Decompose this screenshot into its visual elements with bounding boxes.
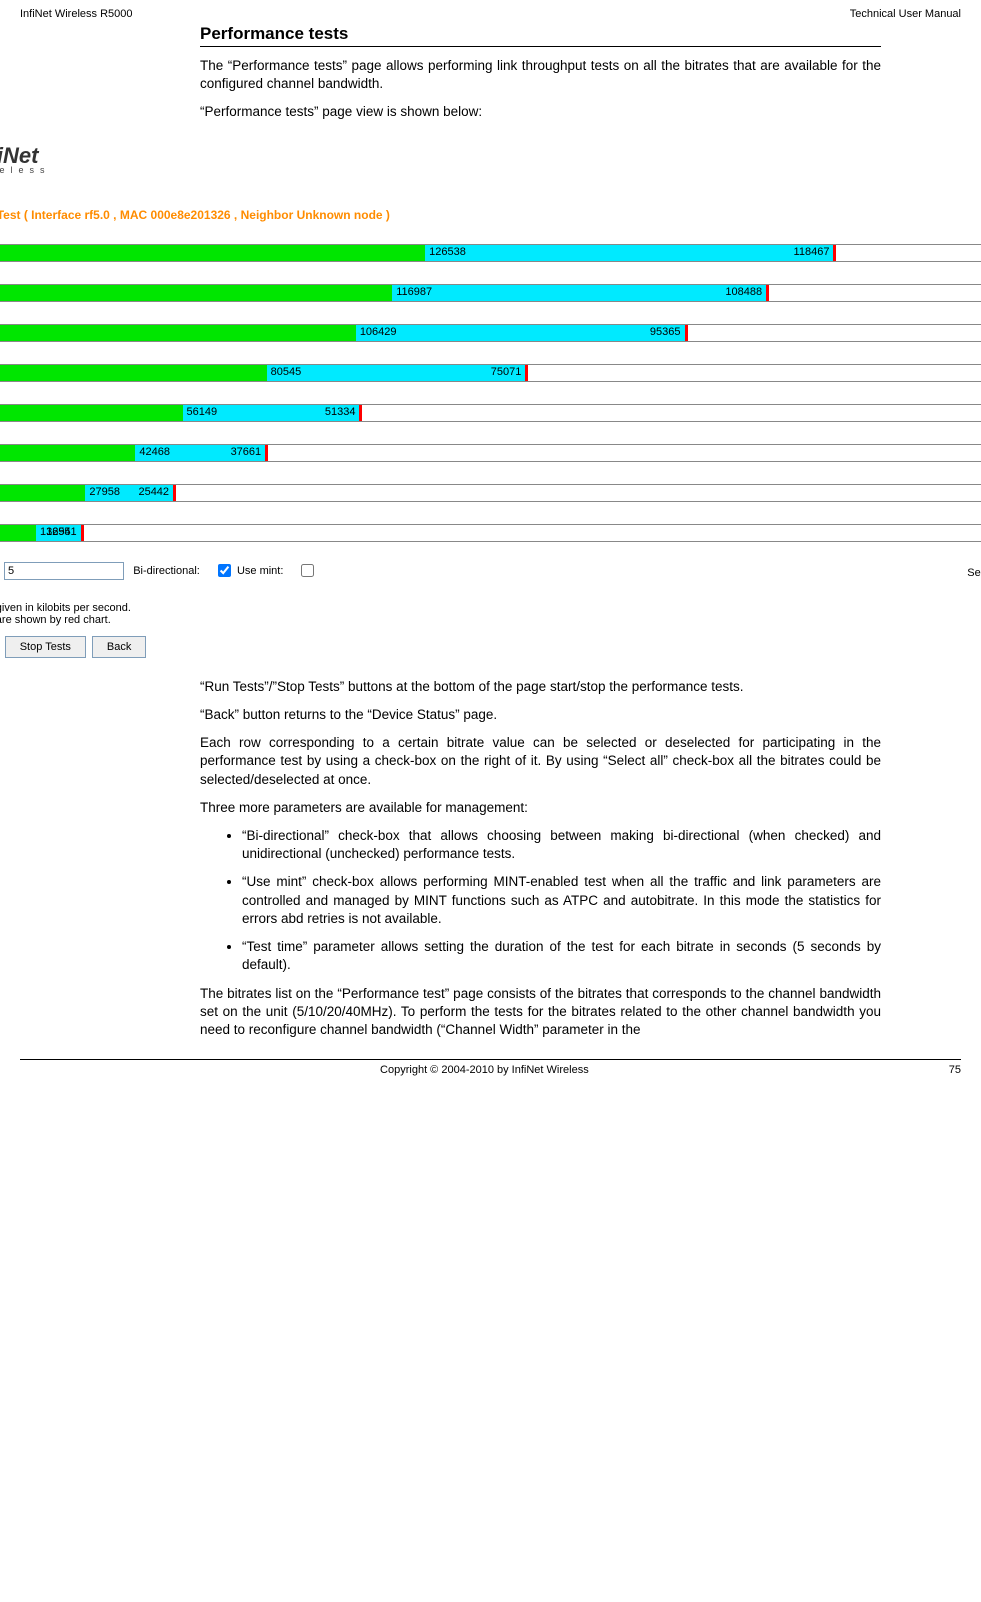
notes-line-1: - All results are given in kilobits per …: [0, 602, 981, 614]
green-value: 56149: [187, 406, 218, 418]
stop-tests-button[interactable]: Stop Tests: [5, 636, 86, 658]
bitrate-bar: 1365412951: [0, 524, 981, 542]
footer-copyright: Copyright © 2004-2010 by InfiNet Wireles…: [20, 1064, 949, 1076]
post-paragraph-1: “Run Tests”/”Stop Tests” buttons at the …: [200, 678, 881, 696]
intro-paragraph-1: The “Performance tests” page allows perf…: [200, 57, 881, 93]
bitrate-bar: 42468 37661: [0, 444, 981, 462]
brand-logo: InfiNet wireless: [0, 142, 981, 178]
notes-title: Notes:: [0, 590, 981, 602]
bullet-use-mint: “Use mint” check-box allows performing M…: [242, 873, 881, 928]
bitrate-row: 300001365412951: [0, 522, 981, 544]
footer-page-number: 75: [949, 1064, 961, 1076]
bitrate-row: 300000126538118467: [0, 242, 981, 264]
test-time-input[interactable]: [4, 562, 124, 580]
cyan-value: 108488: [725, 286, 762, 298]
post-paragraph-2: “Back” button returns to the “Device Sta…: [200, 706, 881, 724]
section-heading: Performance tests: [200, 24, 881, 47]
bullet-bidirectional: “Bi-directional” check-box that allows c…: [242, 827, 881, 863]
notes-line-2: - Retries levels are shown by red chart.: [0, 614, 981, 626]
bitrate-row: 900004246837661: [0, 442, 981, 464]
green-value: 126538: [429, 246, 466, 258]
bitrate-bar: 80545 75071: [0, 364, 981, 382]
cyan-value: 118467: [794, 246, 830, 258]
bitrate-bar: 27958 25442: [0, 484, 981, 502]
green-value: 27958: [89, 486, 120, 498]
bitrate-bar: 126538 118467: [0, 244, 981, 262]
cyan-value: 12951: [46, 526, 77, 538]
bullet-test-time: “Test time” parameter allows setting the…: [242, 938, 881, 974]
performance-chart-area: 3000001265381184672700001169871084882400…: [0, 242, 981, 544]
logo-text-main: InfiNet: [0, 146, 51, 166]
use-mint-checkbox[interactable]: [301, 564, 314, 577]
bidirectional-checkbox[interactable]: [218, 564, 231, 577]
logo-text-sub: wireless: [0, 166, 51, 174]
post-paragraph-5: The bitrates list on the “Performance te…: [200, 985, 881, 1040]
cyan-value: 95365: [650, 326, 681, 338]
intro-paragraph-2: “Performance tests” page view is shown b…: [200, 103, 881, 121]
bidirectional-label: Bi-directional:: [133, 565, 200, 577]
green-value: 116987: [396, 286, 432, 298]
green-value: 106429: [360, 326, 397, 338]
post-paragraph-4: Three more parameters are available for …: [200, 799, 881, 817]
back-button[interactable]: Back: [92, 636, 146, 658]
doc-header-left: InfiNet Wireless R5000: [20, 8, 133, 20]
bitrate-row: 1200005614951334: [0, 402, 981, 424]
bitrate-bar: 56149 51334: [0, 404, 981, 422]
bitrate-bar: 106429 95365: [0, 324, 981, 342]
bitrate-row: 24000010642995365: [0, 322, 981, 344]
bitrate-row: 600002795825442: [0, 482, 981, 504]
green-value: 42468: [139, 446, 170, 458]
performance-test-title: Performance Test ( Interface rf5.0 , MAC…: [0, 208, 981, 222]
cyan-value: 51334: [325, 406, 356, 418]
cyan-value: 75071: [491, 366, 522, 378]
cyan-value: 25442: [138, 486, 169, 498]
post-paragraph-3: Each row corresponding to a certain bitr…: [200, 734, 881, 789]
bitrate-bar: 116987 108488: [0, 284, 981, 302]
use-mint-label: Use mint:: [237, 565, 283, 577]
cyan-value: 37661: [231, 446, 262, 458]
bitrate-row: 1800008054575071: [0, 362, 981, 384]
select-all-label: Select all:: [967, 567, 981, 579]
doc-header-right: Technical User Manual: [850, 8, 961, 20]
green-value: 80545: [271, 366, 302, 378]
bitrate-row: 270000116987108488: [0, 282, 981, 304]
